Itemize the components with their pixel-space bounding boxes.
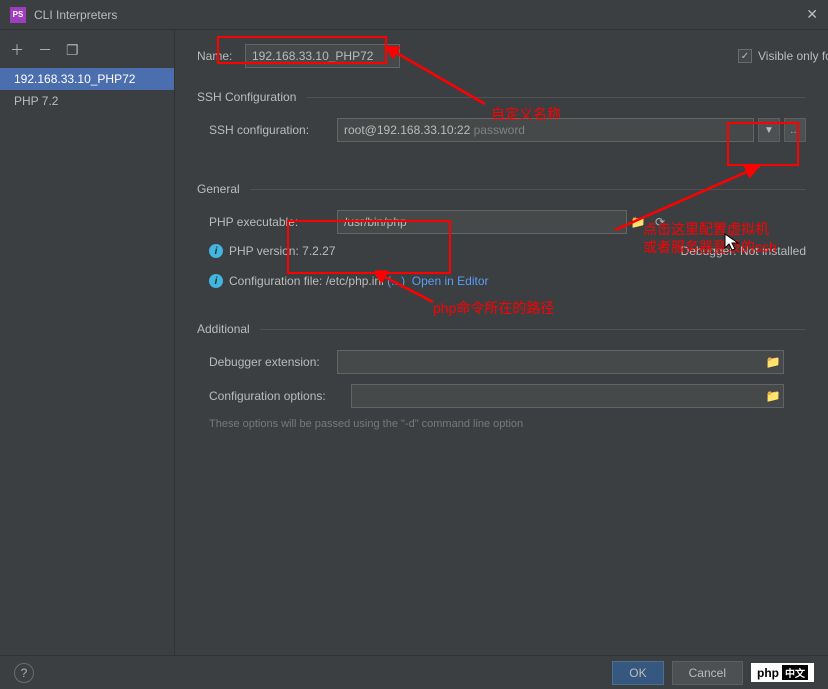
general-section-label: General: [197, 182, 240, 196]
ssh-auth: password: [474, 123, 525, 137]
ssh-user-host: root@192.168.33.10:22: [344, 123, 470, 137]
php-version-text: PHP version: 7.2.27: [229, 244, 336, 258]
remove-icon[interactable]: －: [38, 40, 52, 60]
debugger-text: Debugger: Not installed: [681, 244, 806, 258]
footer: ? OK Cancel php中文: [0, 655, 828, 689]
debugger-ext-label: Debugger extension:: [209, 355, 337, 369]
php-exe-input[interactable]: [337, 210, 627, 234]
main-panel: Name: ✓ Visible only for this project SS…: [175, 30, 828, 655]
browse-icon[interactable]: 📁: [762, 384, 784, 408]
config-file-text: Configuration file: /etc/php.ini: [229, 274, 384, 288]
info-icon: i: [209, 274, 223, 288]
additional-section-label: Additional: [197, 322, 250, 336]
close-icon[interactable]: ✕: [806, 6, 818, 23]
options-hint: These options will be passed using the "…: [197, 418, 806, 430]
debugger-ext-input[interactable]: [337, 350, 784, 374]
name-input[interactable]: [245, 44, 400, 68]
sidebar-item-0[interactable]: 192.168.33.10_PHP72: [0, 68, 174, 90]
ssh-section-label: SSH Configuration: [197, 90, 296, 104]
browse-icon[interactable]: 📁: [762, 350, 784, 374]
php-badge: php中文: [751, 663, 814, 682]
add-icon[interactable]: ＋: [10, 40, 24, 60]
name-label: Name:: [197, 49, 245, 63]
sidebar-toolbar: ＋ － ❐: [0, 36, 174, 68]
help-icon[interactable]: ?: [14, 663, 34, 683]
browse-icon[interactable]: 📁: [627, 210, 649, 234]
info-icon: i: [209, 244, 223, 258]
config-opts-label: Configuration options:: [209, 389, 351, 403]
ssh-dropdown-icon[interactable]: ▼: [758, 118, 780, 142]
annotation-php-path: php命令所在的路径: [433, 298, 554, 318]
divider: [250, 189, 806, 190]
open-editor-link[interactable]: Open in Editor: [412, 274, 489, 288]
visible-checkbox[interactable]: ✓: [738, 49, 752, 63]
copy-icon[interactable]: ❐: [66, 42, 79, 59]
ssh-config-input[interactable]: root@192.168.33.10:22 password: [337, 118, 754, 142]
cancel-button[interactable]: Cancel: [672, 661, 743, 685]
config-opts-input[interactable]: [351, 384, 784, 408]
ssh-more-button[interactable]: …: [784, 118, 806, 142]
window-title: CLI Interpreters: [34, 8, 806, 22]
php-exe-label: PHP executable:: [209, 215, 337, 229]
refresh-icon[interactable]: ⟳: [649, 210, 671, 234]
divider: [260, 329, 806, 330]
ok-button[interactable]: OK: [612, 661, 663, 685]
app-icon: PS: [10, 7, 26, 23]
sidebar-item-1[interactable]: PHP 7.2: [0, 90, 174, 112]
ssh-config-label: SSH configuration:: [209, 123, 337, 137]
divider: [306, 97, 806, 98]
titlebar: PS CLI Interpreters ✕: [0, 0, 828, 30]
sidebar: ＋ － ❐ 192.168.33.10_PHP72 PHP 7.2: [0, 30, 175, 655]
config-dots-link[interactable]: (...): [387, 274, 405, 288]
visible-label: Visible only for this project: [758, 49, 806, 63]
